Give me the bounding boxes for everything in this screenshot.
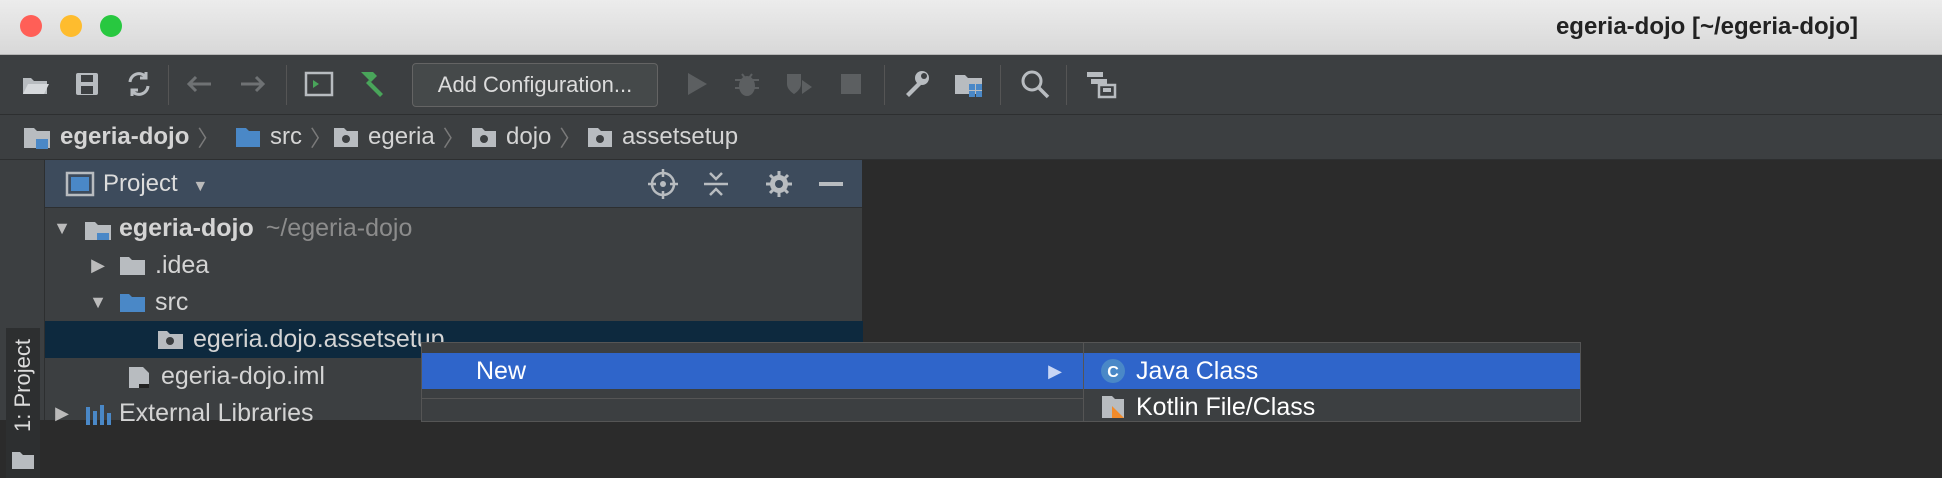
close-window-button[interactable] [20, 15, 42, 37]
expanded-arrow-icon[interactable]: ▼ [87, 292, 109, 313]
submenu-item-java-class[interactable]: C Java Class [1084, 353, 1580, 389]
new-submenu: C Java Class Kotlin File/Class [1083, 342, 1581, 422]
breadcrumb-item-src[interactable]: src 〉 [234, 121, 332, 153]
module-file-icon [129, 366, 149, 388]
open-folder-icon[interactable] [18, 67, 52, 101]
collapsed-arrow-icon[interactable]: ▶ [51, 403, 73, 424]
breadcrumb: egeria-dojo 〉 src 〉 egeria 〉 dojo 〉 assetset… [0, 115, 1942, 160]
back-icon[interactable] [182, 67, 216, 101]
project-structure-icon[interactable] [952, 67, 986, 101]
stop-icon[interactable] [834, 67, 868, 101]
run-window-icon[interactable] [302, 67, 336, 101]
breadcrumb-item-dojo[interactable]: dojo 〉 [470, 121, 581, 153]
tree-row-idea[interactable]: ▶ .idea [45, 247, 904, 284]
context-menu: New ▶ [421, 342, 1085, 422]
package-icon [158, 330, 183, 349]
context-menu-item-new[interactable]: New ▶ [422, 353, 1084, 389]
collapse-all-icon[interactable] [700, 168, 732, 200]
module-folder-icon [85, 221, 111, 240]
build-hammer-icon[interactable] [354, 67, 388, 101]
project-panel-header: Project ▼ [45, 160, 862, 208]
settings-wrench-icon[interactable] [900, 67, 934, 101]
chevron-down-icon: ▼ [192, 178, 209, 195]
tree-row-src[interactable]: ▼ src [45, 284, 904, 321]
library-icon [86, 404, 111, 425]
tree-row-root[interactable]: ▼ egeria-dojo ~/egeria-dojo [45, 210, 868, 247]
collapsed-arrow-icon[interactable]: ▶ [87, 255, 109, 276]
project-view-icon [65, 171, 95, 197]
java-class-icon: C [1101, 359, 1125, 383]
source-folder-icon [120, 293, 145, 312]
package-icon [334, 128, 358, 147]
folder-icon [12, 452, 34, 469]
save-icon[interactable] [70, 67, 104, 101]
sdk-manager-icon[interactable] [1084, 67, 1118, 101]
project-view-selector[interactable]: Project ▼ [103, 170, 208, 198]
locate-target-icon[interactable] [647, 168, 679, 200]
folder-icon [120, 256, 145, 275]
debug-icon[interactable] [730, 67, 764, 101]
menu-separator [422, 398, 1084, 399]
expanded-arrow-icon[interactable]: ▼ [51, 218, 73, 239]
run-icon[interactable] [680, 67, 714, 101]
main-toolbar: Add Configuration... [0, 55, 1942, 115]
package-icon [472, 128, 496, 147]
zoom-window-button[interactable] [100, 15, 122, 37]
breadcrumb-item-assetsetup[interactable]: assetsetup [586, 121, 738, 153]
submenu-arrow-icon: ▶ [1048, 361, 1062, 381]
coverage-icon[interactable] [782, 67, 816, 101]
window-title: egeria-dojo [~/egeria-dojo] [1555, 13, 1858, 40]
module-folder-icon [24, 128, 50, 149]
project-tool-window-tab[interactable]: 1: Project [6, 328, 40, 478]
kotlin-icon [1102, 396, 1124, 418]
breadcrumb-item-egeria-dojo[interactable]: egeria-dojo 〉 [22, 121, 219, 153]
minimize-window-button[interactable] [60, 15, 82, 37]
breadcrumb-item-egeria[interactable]: egeria 〉 [332, 121, 465, 153]
package-icon [588, 128, 612, 147]
svg-text:C: C [1107, 364, 1119, 381]
forward-icon[interactable] [236, 67, 270, 101]
hide-panel-icon[interactable] [815, 168, 847, 200]
sync-icon[interactable] [122, 67, 156, 101]
add-configuration-button[interactable]: Add Configuration... [412, 63, 658, 107]
gear-icon[interactable] [763, 168, 795, 200]
tool-window-strip: 1: Project [0, 160, 45, 478]
source-folder-icon [236, 128, 260, 147]
title-bar: egeria-dojo [~/egeria-dojo] [0, 0, 1942, 55]
search-icon[interactable] [1018, 67, 1052, 101]
